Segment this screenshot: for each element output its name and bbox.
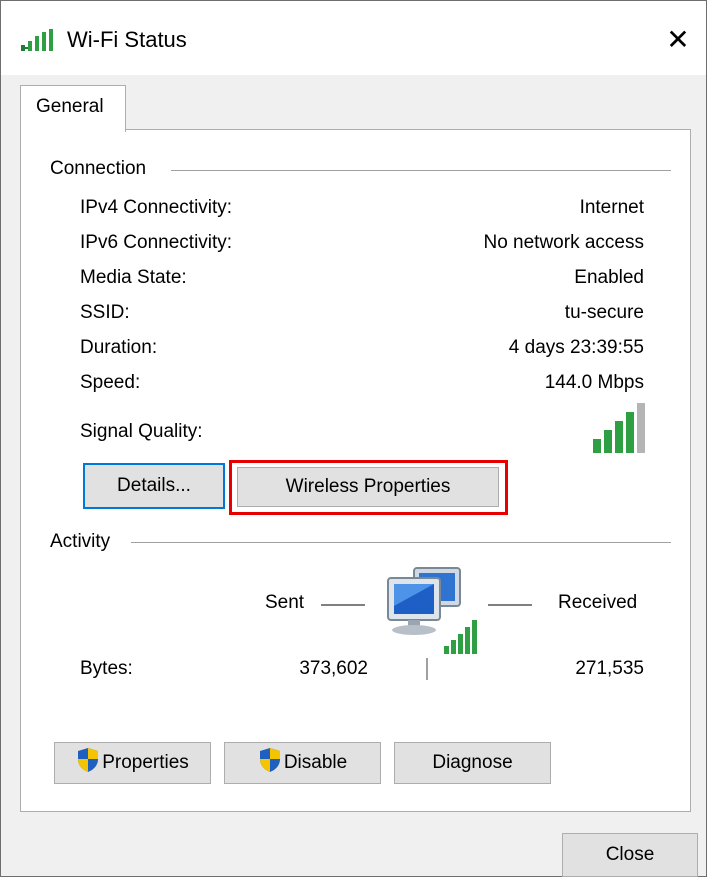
sent-line: [321, 604, 365, 606]
connection-divider: [171, 170, 671, 171]
activity-separator: [426, 658, 428, 680]
network-computers-icon: [384, 564, 482, 663]
signal-bar: [615, 421, 623, 453]
title-bar: Wi-Fi Status ✕: [1, 1, 706, 75]
close-window-icon[interactable]: ✕: [650, 15, 706, 65]
signal-quality-label: Signal Quality:: [80, 421, 203, 442]
media-state-value: Enabled: [574, 267, 644, 288]
uac-shield-icon: [76, 747, 100, 779]
media-state-label: Media State:: [80, 267, 187, 288]
ipv6-label: IPv6 Connectivity:: [80, 232, 233, 253]
ipv4-value: Internet: [579, 197, 644, 218]
tab-general[interactable]: General: [20, 85, 126, 132]
close-button[interactable]: Close: [562, 833, 698, 877]
signal-quality-icon: [589, 401, 651, 458]
ssid-value: tu-secure: [564, 302, 644, 323]
signal-bar: [637, 403, 645, 453]
ssid-label: SSID:: [80, 302, 130, 323]
window-title: Wi-Fi Status: [67, 27, 187, 52]
connection-group-label: Connection: [50, 158, 157, 180]
received-line: [488, 604, 532, 606]
speed-value: 144.0 Mbps: [544, 372, 644, 393]
properties-button[interactable]: Properties: [54, 742, 211, 784]
duration-label: Duration:: [80, 337, 158, 358]
bytes-label: Bytes:: [80, 658, 133, 679]
wifi-signal-icon: [21, 29, 59, 56]
ipv6-value: No network access: [483, 232, 644, 253]
tab-general-label: General: [36, 96, 104, 117]
bytes-sent-value: 373,602: [299, 658, 368, 679]
sent-label: Sent: [265, 592, 305, 613]
activity-divider: [131, 542, 671, 543]
signal-bar: [593, 439, 601, 453]
speed-label: Speed:: [80, 372, 141, 393]
signal-bar: [626, 412, 634, 453]
signal-bar: [604, 430, 612, 453]
wireless-properties-highlight: [229, 460, 508, 515]
properties-button-label: Properties: [102, 752, 189, 773]
diagnose-button[interactable]: Diagnose: [394, 742, 551, 784]
ipv4-label: IPv4 Connectivity:: [80, 197, 233, 218]
disable-button-label: Disable: [283, 752, 348, 773]
disable-button[interactable]: Disable: [224, 742, 381, 784]
duration-value: 4 days 23:39:55: [508, 337, 644, 358]
bytes-received-value: 271,535: [575, 658, 644, 679]
wifi-status-window: Wi-Fi Status ✕ General Connection IPv4 C…: [0, 0, 707, 877]
received-label: Received: [558, 592, 638, 613]
details-button[interactable]: Details...: [83, 463, 225, 509]
uac-shield-icon: [258, 747, 282, 779]
activity-group-label: Activity: [50, 531, 121, 553]
